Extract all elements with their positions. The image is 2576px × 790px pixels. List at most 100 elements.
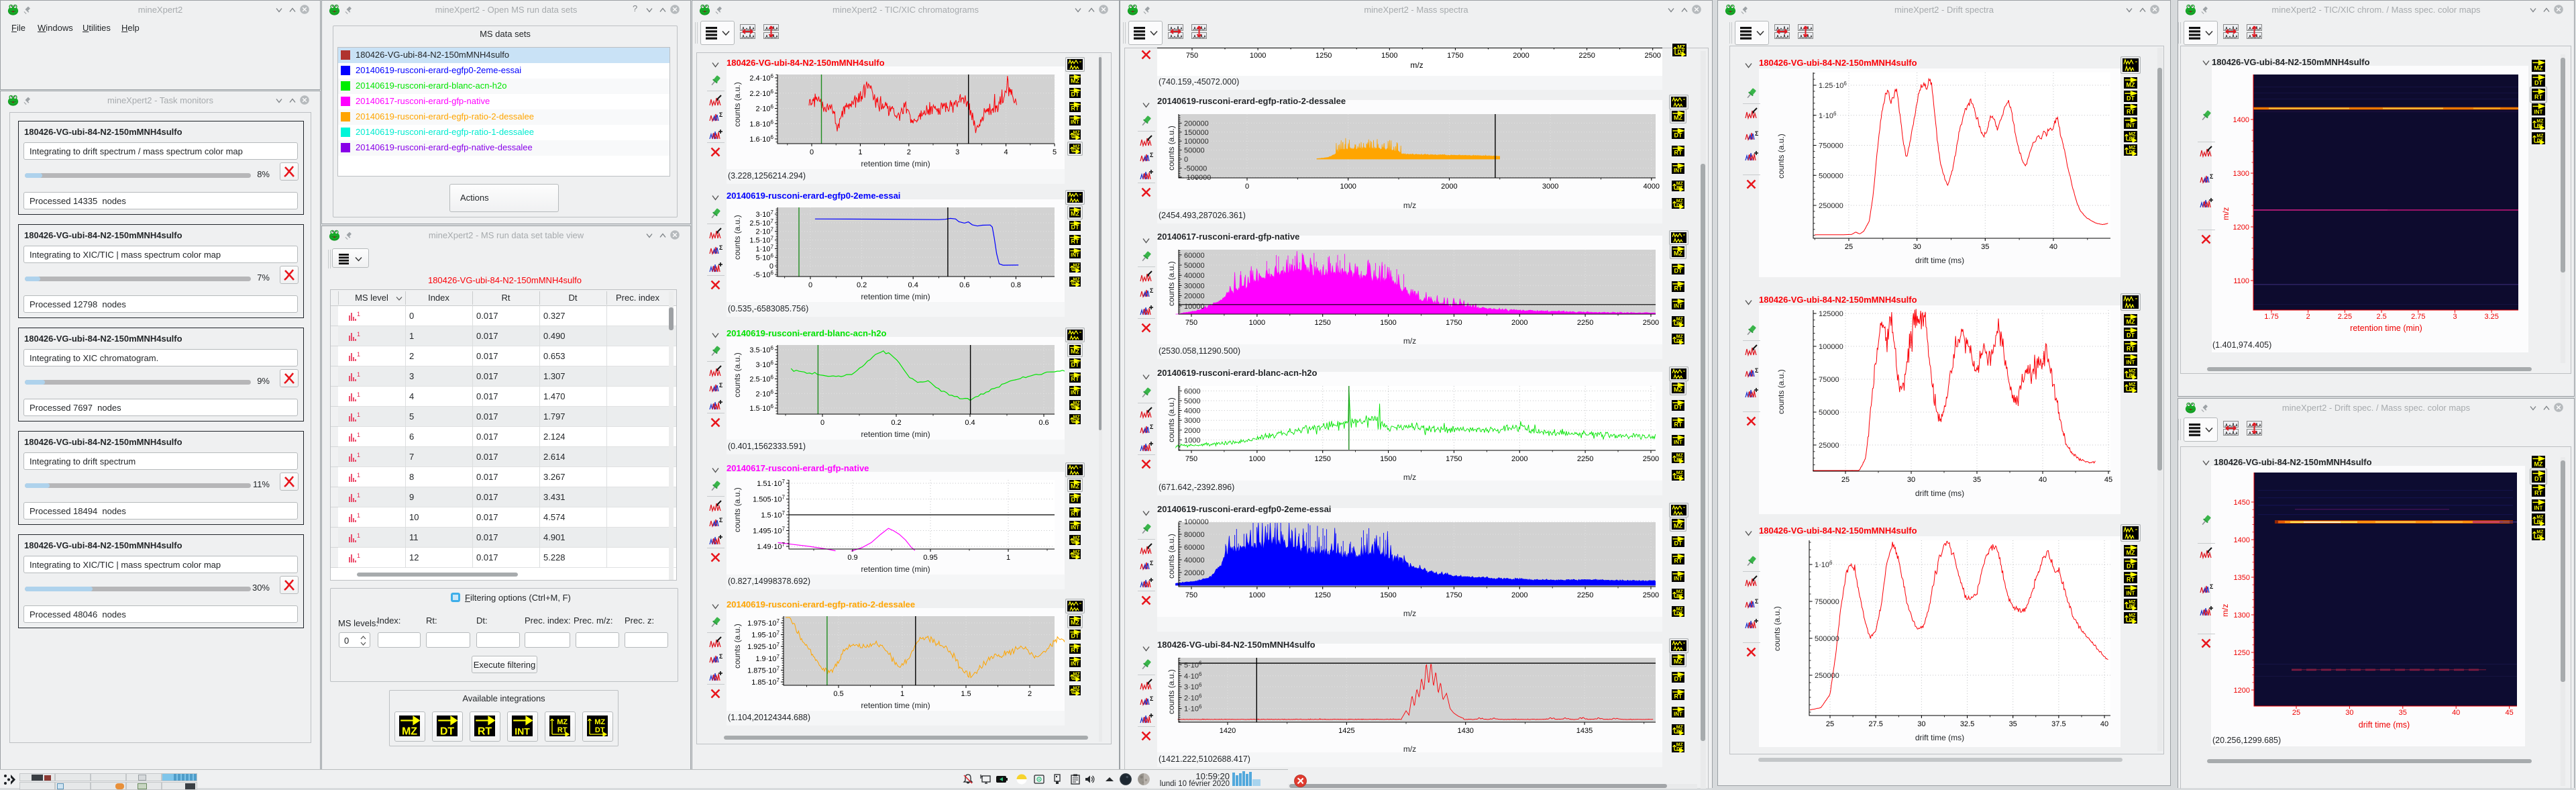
svg-text:1750: 1750 (1446, 455, 1462, 463)
svg-text:100000: 100000 (1184, 518, 1209, 526)
svg-text:Σ: Σ (719, 382, 722, 389)
svg-text:1.495·107: 1.495·107 (753, 526, 785, 536)
svg-text:2500: 2500 (1644, 52, 1660, 60)
svg-text:1750: 1750 (1447, 52, 1463, 60)
svg-text:DT: DT (1073, 419, 1080, 424)
svg-text:1250: 1250 (1316, 52, 1332, 60)
svg-text:RT: RT (1071, 511, 1079, 517)
svg-text:1500: 1500 (1380, 591, 1396, 599)
svg-text:1: 1 (357, 371, 360, 378)
svg-text:INT: INT (1071, 525, 1079, 531)
svg-text:1.505·107: 1.505·107 (753, 495, 785, 504)
svg-text:2000: 2000 (1441, 183, 1457, 191)
svg-text:500000: 500000 (1815, 635, 1839, 643)
svg-text:INT: INT (2534, 505, 2543, 511)
svg-text:0.4: 0.4 (965, 419, 975, 427)
svg-text:1000: 1000 (1249, 319, 1265, 327)
svg-text:Σ: Σ (719, 244, 722, 251)
svg-text:45: 45 (2505, 709, 2513, 717)
svg-text:MZ: MZ (1674, 115, 1682, 121)
svg-text:2.4·106: 2.4·106 (749, 73, 773, 83)
svg-text:2·106: 2·106 (756, 104, 774, 113)
svg-text:1250: 1250 (1314, 319, 1330, 327)
svg-text:RT: RT (1073, 134, 1080, 139)
svg-text:2: 2 (2306, 313, 2310, 321)
svg-text:1500: 1500 (1380, 455, 1396, 463)
svg-text:250000: 250000 (1819, 202, 1843, 210)
svg-text:DT: DT (2534, 475, 2542, 482)
svg-text:40: 40 (2100, 720, 2108, 728)
svg-text:DT: DT (2537, 534, 2544, 539)
svg-text:1.925·107: 1.925·107 (747, 642, 780, 651)
svg-text:1.25·106: 1.25·106 (1819, 81, 1847, 90)
svg-text:DT: DT (1073, 554, 1080, 558)
svg-text:25000: 25000 (1819, 442, 1839, 450)
svg-text:35: 35 (1981, 243, 1989, 251)
svg-text:DT: DT (1674, 268, 1682, 275)
svg-text:DT: DT (2129, 387, 2136, 392)
svg-text:DT: DT (1676, 611, 1683, 616)
svg-text:INT: INT (1674, 576, 1682, 582)
svg-text:1: 1 (357, 351, 360, 358)
svg-text:RT: RT (1073, 540, 1080, 544)
svg-text:1250: 1250 (1314, 591, 1330, 599)
svg-text:2.5·106: 2.5·106 (749, 375, 773, 384)
svg-text:MZ: MZ (1071, 211, 1079, 217)
svg-text:1500: 1500 (1381, 52, 1397, 60)
svg-text:5·106: 5·106 (756, 252, 774, 262)
svg-text:0.4: 0.4 (908, 281, 918, 289)
svg-text:DT: DT (2129, 618, 2136, 623)
svg-text:1250: 1250 (2234, 649, 2250, 657)
svg-text:0: 0 (808, 281, 812, 289)
svg-text:750000: 750000 (1819, 142, 1843, 150)
svg-text:1000: 1000 (1340, 183, 1356, 191)
svg-text:Σ: Σ (1150, 695, 1153, 702)
svg-text:2: 2 (1028, 690, 1032, 698)
svg-text:INT: INT (1674, 168, 1682, 174)
svg-text:Σ: Σ (1755, 130, 1758, 137)
svg-text:1: 1 (357, 512, 360, 519)
svg-text:drift time (ms): drift time (ms) (2359, 720, 2410, 730)
svg-text:5: 5 (1053, 148, 1057, 156)
svg-text:60000: 60000 (1184, 252, 1205, 260)
svg-text:1: 1 (357, 331, 360, 338)
svg-text:1.75: 1.75 (2264, 313, 2278, 321)
svg-text:80000: 80000 (1184, 531, 1205, 539)
svg-text:RT: RT (478, 726, 492, 737)
svg-text:750: 750 (1185, 591, 1197, 599)
svg-text:MZ: MZ (594, 718, 605, 726)
svg-text:Σ: Σ (1150, 560, 1153, 566)
svg-text:3: 3 (955, 148, 959, 156)
svg-text:75000: 75000 (1819, 376, 1839, 384)
svg-text:DT: DT (2534, 79, 2542, 86)
svg-text:Σ: Σ (1755, 598, 1758, 605)
svg-text:750000: 750000 (1815, 598, 1839, 606)
svg-text:1: 1 (357, 472, 360, 479)
svg-text:Σ: Σ (1150, 152, 1153, 158)
svg-text:1000: 1000 (1184, 436, 1200, 444)
svg-text:MZ: MZ (1071, 78, 1079, 85)
svg-text:DT: DT (1676, 475, 1683, 480)
svg-text:2250: 2250 (1577, 591, 1593, 599)
svg-text:DT: DT (1073, 281, 1080, 286)
svg-text:2.5: 2.5 (2376, 313, 2386, 321)
svg-text:DT: DT (2127, 95, 2135, 102)
svg-text:2250: 2250 (1577, 455, 1593, 463)
svg-text:Σ: Σ (2210, 583, 2213, 590)
svg-text:2250: 2250 (1578, 52, 1595, 60)
svg-text:DT: DT (1674, 132, 1682, 139)
svg-text:DT: DT (2537, 138, 2544, 143)
svg-text:1300: 1300 (2234, 611, 2250, 620)
svg-text:1420: 1420 (1220, 727, 1236, 735)
svg-text:1: 1 (357, 552, 360, 559)
svg-text:1400: 1400 (2234, 536, 2250, 544)
svg-text:1435: 1435 (1576, 727, 1593, 735)
svg-text:RT: RT (2534, 490, 2542, 497)
svg-text:1500: 1500 (1380, 319, 1396, 327)
svg-text:DT: DT (1674, 404, 1682, 411)
svg-text:DT: DT (2127, 332, 2135, 339)
svg-text:200000: 200000 (1184, 119, 1209, 128)
svg-text:RT: RT (1071, 376, 1079, 383)
svg-text:RT: RT (1073, 676, 1080, 681)
svg-text:1.5: 1.5 (961, 690, 971, 698)
